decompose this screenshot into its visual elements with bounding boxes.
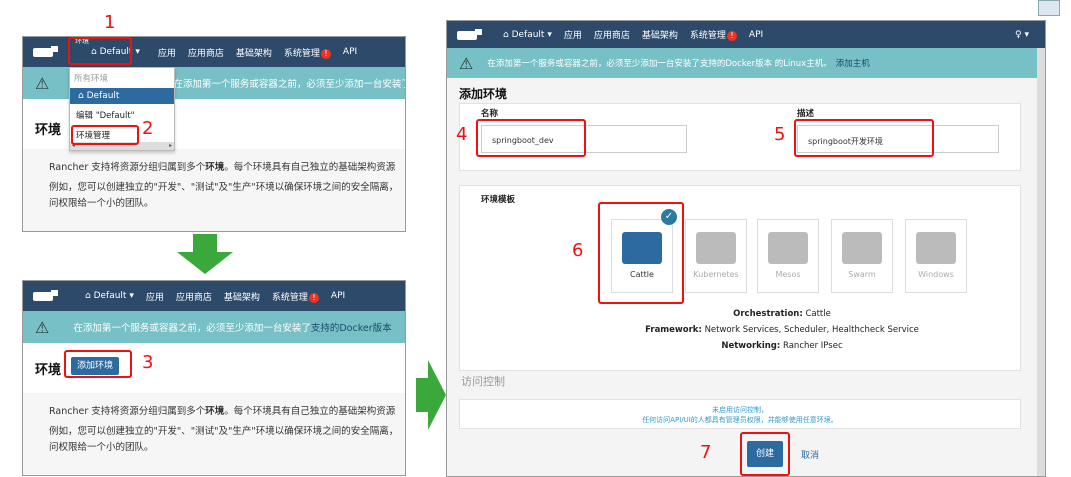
highlight-env-switcher <box>68 37 132 65</box>
cancel-link[interactable]: 取消 <box>801 448 819 461</box>
step-1: 1 <box>104 12 116 33</box>
desc-label: 描述 <box>797 109 815 119</box>
orchestration-info: Orchestration: Cattle <box>733 309 831 319</box>
step-7: 7 <box>700 442 712 463</box>
arrow-right-icon <box>416 360 446 430</box>
nav-api[interactable]: API <box>749 30 763 40</box>
warning-icon: ⚠ <box>35 317 50 337</box>
template-windows[interactable]: Windows <box>905 219 967 293</box>
highlight-cattle-template <box>598 202 684 304</box>
access-line-2: 任何访问API/UI的人都具有管理员权限，并能够使用任意环境。 <box>642 416 838 424</box>
dropdown-default-env[interactable]: ⌂ Default <box>70 88 174 104</box>
template-label-windows: Windows <box>918 270 954 279</box>
nav-admin[interactable]: 系统管理! <box>284 46 331 59</box>
access-control-title: 访问控制 <box>461 375 505 388</box>
warning-text: 在添加第一个服务或容器之前，必须至少添加一台安装了 <box>73 323 311 334</box>
highlight-create-button <box>740 432 790 476</box>
nav-infra[interactable]: 基础架构 <box>642 28 678 41</box>
env-description-3: 问权限给一个小的团队。 <box>49 198 154 209</box>
networking-info: Networking: Rancher IPsec <box>721 341 843 351</box>
template-label-kubernetes: Kubernetes <box>693 270 739 279</box>
step-2: 2 <box>142 118 154 139</box>
env-description-2: 例如，您可以创建独立的"开发"、"测试"及"生产"环境以确保环境之间的安全隔离， <box>49 426 399 437</box>
dropdown-edit-default[interactable]: 编辑 "Default" <box>70 104 174 126</box>
nav-admin[interactable]: 系统管理! <box>272 290 319 303</box>
swarm-icon <box>842 232 882 264</box>
nav-catalog[interactable]: 应用商店 <box>176 290 212 303</box>
add-host-link[interactable]: 添加主机 <box>836 57 870 69</box>
nav-api[interactable]: API <box>343 47 357 57</box>
framework-info: Framework: Network Services, Scheduler, … <box>645 325 919 335</box>
panel-add-env: ⌂ Default ▾ 应用 应用商店 基础架构 系统管理! API ♀ ▾ ⚠… <box>446 20 1046 477</box>
env-switcher[interactable]: ⌂ Default ▾ <box>503 30 552 40</box>
env-description-1: Rancher 支持将资源分组归属到多个环境。每个环境具有自己独立的基础架构资源 <box>49 162 396 173</box>
access-line-1: 未启用访问控制， <box>712 406 768 414</box>
nav-apps[interactable]: 应用 <box>158 46 176 59</box>
env-description-1: Rancher 支持将资源分组归属到多个环境。每个环境具有自己独立的基础架构资源 <box>49 406 396 417</box>
rancher-logo <box>457 28 483 41</box>
panel-env-list: ⌂ Default ▾ 应用 应用商店 基础架构 系统管理! API ⚠ 在添加… <box>22 280 406 476</box>
template-mesos[interactable]: Mesos <box>757 219 819 293</box>
dropdown-header: 所有环境 <box>74 74 109 84</box>
scrollbar[interactable] <box>1037 48 1045 476</box>
user-menu-icon[interactable]: ♀ ▾ <box>1015 30 1029 40</box>
warning-text: 在添加第一个服务或容器之前，必须至少添加一台安装了支持的Docker版本 的Li… <box>487 59 832 69</box>
warning-icon: ⚠ <box>35 73 50 93</box>
nav-catalog[interactable]: 应用商店 <box>594 28 630 41</box>
step-5: 5 <box>774 124 786 145</box>
nav-api[interactable]: API <box>331 291 345 301</box>
tray-icon[interactable] <box>1038 0 1060 16</box>
highlight-name-field <box>476 119 586 157</box>
kubernetes-icon <box>696 232 736 264</box>
template-label-swarm: Swarm <box>848 270 876 279</box>
warning-banner: ⚠ 在添加第一个服务或容器之前，必须至少添加一台安装了 支持的Docker版本 <box>23 311 405 343</box>
step-6: 6 <box>572 240 584 261</box>
rancher-logo <box>33 290 59 302</box>
page-title: 环境 <box>35 363 62 378</box>
env-switcher[interactable]: ⌂ Default ▾ <box>85 291 134 301</box>
alert-badge: ! <box>308 292 319 303</box>
top-nav: ⌂ Default ▾ 应用 应用商店 基础架构 系统管理! API <box>23 281 405 311</box>
step-4: 4 <box>456 124 468 145</box>
template-label-mesos: Mesos <box>775 270 801 279</box>
template-kubernetes[interactable]: Kubernetes <box>685 219 747 293</box>
nav-catalog[interactable]: 应用商店 <box>188 46 224 59</box>
template-label: 环境模板 <box>481 195 516 205</box>
rancher-logo <box>33 46 59 58</box>
highlight-add-env <box>64 350 132 378</box>
alert-badge: ! <box>320 48 331 59</box>
docker-link[interactable]: 支持的Docker版本 <box>311 320 392 334</box>
top-nav: ⌂ Default ▾ 应用 应用商店 基础架构 系统管理! API ♀ ▾ <box>447 21 1045 48</box>
page-title: 环境 <box>35 123 62 138</box>
warning-icon: ⚠ <box>459 53 474 73</box>
name-label: 名称 <box>481 109 499 119</box>
warning-banner: ⚠ 在添加第一个服务或容器之前，必须至少添加一台安装了支持的Docker版本 的… <box>447 48 1045 78</box>
nav-admin[interactable]: 系统管理! <box>690 28 737 41</box>
step-3: 3 <box>142 352 154 373</box>
arrow-down-icon <box>177 234 233 274</box>
template-swarm[interactable]: Swarm <box>831 219 893 293</box>
env-description-3: 问权限给一个小的团队。 <box>49 442 154 453</box>
page-title: 添加环境 <box>459 87 508 101</box>
mesos-icon <box>768 232 808 264</box>
warning-text: 在添加第一个服务或容器之前，必须至少添加一台安装了 <box>173 79 406 90</box>
env-description-2: 例如，您可以创建独立的"开发"、"测试"及"生产"环境以确保环境之间的安全隔离， <box>49 182 399 193</box>
nav-apps[interactable]: 应用 <box>564 28 582 41</box>
nav-apps[interactable]: 应用 <box>146 290 164 303</box>
nav-admin-label: 系统管理 <box>283 48 320 59</box>
nav-infra[interactable]: 基础架构 <box>236 46 272 59</box>
alert-badge: ! <box>726 31 737 41</box>
highlight-desc-field <box>794 119 934 157</box>
nav-infra[interactable]: 基础架构 <box>224 290 260 303</box>
windows-icon <box>916 232 956 264</box>
highlight-env-manage <box>71 125 139 145</box>
